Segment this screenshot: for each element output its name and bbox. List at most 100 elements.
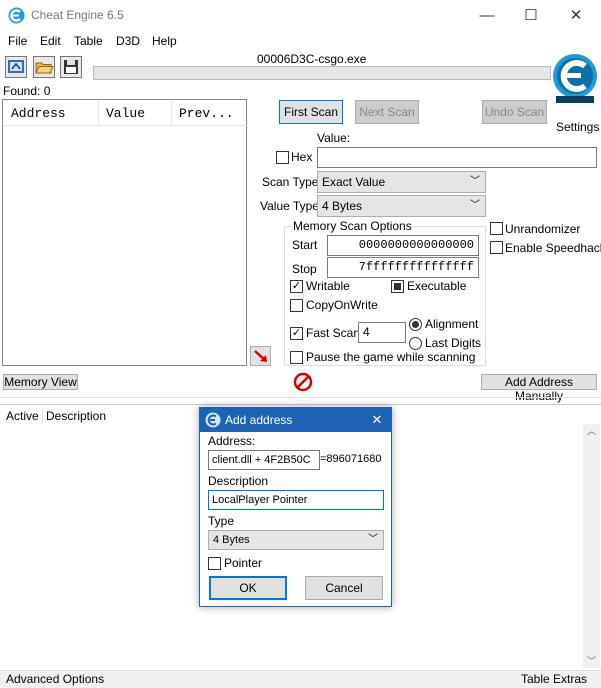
writable-label: Writable: [306, 279, 350, 293]
column-header-description[interactable]: Description: [46, 409, 106, 423]
chevron-down-icon: ﹀: [470, 176, 480, 187]
type-select[interactable]: 4 Bytes ﹀: [208, 530, 384, 550]
scroll-up-icon: ︿: [586, 426, 596, 436]
window-title: Cheat Engine 6.5: [31, 8, 124, 22]
last-digits-label: Last Digits: [425, 336, 482, 350]
stop-label: Stop: [292, 262, 317, 276]
ok-button[interactable]: OK: [209, 576, 287, 600]
description-label: Description: [208, 474, 269, 488]
select-process-icon: [8, 60, 24, 73]
pause-game-label: Pause the game while scanning: [306, 350, 476, 364]
red-arrow-icon: [254, 350, 267, 362]
add-address-dialog: Add address ✕ Address: client.dll + 4F2B…: [199, 407, 392, 607]
panel-splitter[interactable]: · · · · ·: [0, 397, 601, 404]
open-file-button[interactable]: [33, 56, 55, 78]
pointer-label: Pointer: [224, 556, 263, 570]
address-label: Address:: [208, 434, 256, 448]
description-input[interactable]: LocalPlayer Pointer: [208, 490, 384, 510]
save-disk-icon: [64, 60, 78, 74]
add-address-manually-button[interactable]: Add Address Manually: [481, 374, 597, 403]
unrandomizer-label: Unrandomizer: [505, 222, 581, 236]
checkmark-icon: ✓: [291, 280, 302, 292]
column-divider: [42, 407, 43, 423]
hex-checkbox[interactable]: [276, 151, 289, 164]
alignment-label: Alignment: [425, 317, 479, 331]
settings-button[interactable]: Settings: [552, 52, 599, 134]
writable-checkbox[interactable]: ✓: [290, 280, 303, 293]
stop-address-input[interactable]: 7fffffffffffffff: [327, 257, 479, 278]
pointer-checkbox[interactable]: [208, 557, 221, 570]
cheat-engine-settings-icon: [553, 54, 597, 103]
menu-table[interactable]: Table: [74, 34, 103, 48]
memory-scan-options-label: Memory Scan Options: [292, 219, 413, 233]
chevron-down-icon: ﹀: [368, 534, 378, 545]
copy-to-table-button[interactable]: [250, 346, 271, 366]
minimize-button[interactable]: —: [467, 4, 507, 28]
advanced-options-button[interactable]: Advanced Options: [6, 672, 104, 686]
maximize-icon: ☐: [524, 7, 538, 24]
chevron-down-icon: ﹀: [470, 200, 480, 211]
next-scan-button[interactable]: Next Scan: [355, 100, 419, 124]
found-count: Found: 0: [3, 84, 51, 98]
value-label: Value:: [317, 131, 351, 145]
stop-icon: [293, 372, 313, 392]
menu-edit[interactable]: Edit: [40, 34, 61, 48]
maximize-button[interactable]: ☐: [511, 4, 551, 28]
close-button[interactable]: ✕: [556, 4, 596, 28]
save-file-button[interactable]: [60, 56, 82, 78]
column-header-active[interactable]: Active: [6, 409, 39, 423]
fast-scan-input[interactable]: 4: [358, 322, 406, 343]
value-type-select[interactable]: 4 Bytes ﹀: [317, 195, 486, 217]
pause-game-checkbox[interactable]: [290, 351, 303, 364]
menu-help[interactable]: Help: [152, 34, 177, 48]
clear-table-button[interactable]: [293, 372, 313, 392]
radio-dot-icon: [412, 321, 419, 328]
value-input[interactable]: [317, 147, 597, 168]
scan-type-value: Exact Value: [322, 175, 386, 189]
settings-label: Settings: [556, 120, 600, 134]
fast-scan-checkbox[interactable]: ✓: [290, 327, 303, 340]
close-icon: ✕: [371, 412, 383, 427]
cancel-button[interactable]: Cancel: [305, 576, 383, 600]
fast-scan-label: Fast Scan: [306, 326, 361, 340]
type-value: 4 Bytes: [213, 534, 250, 546]
first-scan-button[interactable]: First Scan: [279, 100, 343, 124]
cheat-engine-logo-icon: [205, 412, 221, 428]
select-process-button[interactable]: [5, 56, 27, 78]
address-resolved-value: =896071680: [320, 453, 382, 465]
menu-file[interactable]: File: [8, 34, 27, 48]
table-scrollbar[interactable]: ︿ ﹀: [583, 424, 600, 668]
process-name: 00006D3C-csgo.exe: [257, 52, 367, 66]
menu-d3d[interactable]: D3D: [116, 34, 140, 48]
checkmark-icon: ✓: [291, 327, 302, 339]
column-header-value[interactable]: Value: [99, 100, 172, 126]
executable-checkbox[interactable]: [391, 280, 404, 293]
memory-view-button[interactable]: Memory View: [3, 374, 78, 390]
undo-scan-button[interactable]: Undo Scan: [482, 100, 547, 124]
dialog-title: Add address: [225, 413, 293, 427]
minimize-icon: —: [479, 7, 495, 24]
speedhack-checkbox[interactable]: [490, 241, 503, 254]
value-type-value: 4 Bytes: [322, 199, 363, 213]
column-header-address[interactable]: Address: [3, 100, 99, 126]
table-extras-button[interactable]: Table Extras: [521, 672, 587, 686]
scan-progress-bar: [93, 66, 551, 80]
copy-on-write-checkbox[interactable]: [290, 299, 303, 312]
scan-type-select[interactable]: Exact Value ﹀: [317, 171, 486, 193]
scroll-down-icon: ﹀: [586, 656, 596, 666]
type-label: Type: [208, 514, 235, 528]
column-header-previous[interactable]: Prev...: [172, 100, 247, 126]
speedhack-label: Enable Speedhack: [505, 241, 601, 255]
indeterminate-icon: [394, 283, 401, 290]
start-address-input[interactable]: 0000000000000000: [327, 235, 479, 256]
address-input[interactable]: client.dll + 4F2B50C: [208, 450, 320, 470]
results-list[interactable]: Address Value Prev...: [2, 99, 247, 366]
unrandomizer-checkbox[interactable]: [490, 222, 503, 235]
open-folder-icon: [35, 62, 54, 74]
scan-type-label: Scan Type: [262, 175, 319, 189]
alignment-radio[interactable]: [409, 318, 422, 331]
value-type-label: Value Type: [260, 199, 319, 213]
start-label: Start: [292, 238, 318, 252]
dialog-close-button[interactable]: ✕: [367, 411, 387, 429]
last-digits-radio[interactable]: [409, 337, 422, 350]
